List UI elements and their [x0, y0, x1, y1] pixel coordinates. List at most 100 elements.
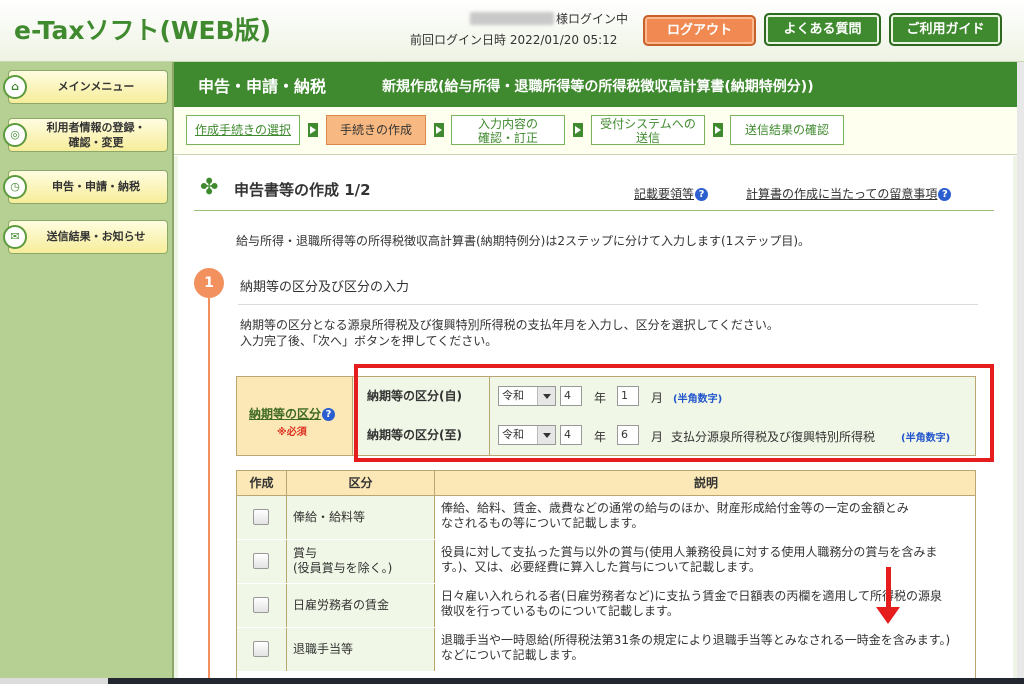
highlight-box [354, 364, 994, 462]
category-cell: 退職手当等 [287, 628, 435, 671]
step-description: 納期等の区分となる源泉所得税及び復興特別所得税の支払年月を入力し、区分を選択して… [240, 317, 779, 349]
category-cell: 俸給・給料等 [287, 496, 435, 539]
last-login-value: 2022/01/20 05:12 [509, 33, 618, 47]
step-send: 受付システムへの 送信 [591, 115, 705, 145]
category-name: 日雇労務者の賃金 [293, 598, 390, 612]
header-create: 作成 [237, 471, 287, 496]
step-label-line2: 確認・訂正 [477, 131, 538, 145]
create-checkbox[interactable] [253, 641, 269, 657]
sidebar-item-label: 送信結果・お知らせ [46, 230, 146, 243]
step-select-procedure[interactable]: 作成手続きの選択 [186, 115, 300, 145]
step-title: 納期等の区分及び区分の入力 [240, 280, 410, 295]
help-icon: ? [695, 188, 709, 201]
section-header: ✤ 申告書等の作成 1/2 記載要領等? 計算書の作成に当たっての留意事項? [194, 173, 994, 211]
step-label-line1: 入力内容の [477, 117, 538, 131]
category-cell: 日雇労務者の賃金 [287, 584, 435, 627]
guide-button[interactable]: ご利用ガイド [889, 13, 1002, 46]
page-scrollbar[interactable] [1017, 62, 1024, 684]
divider [238, 304, 978, 305]
step-label-line2: 送信 [635, 131, 660, 145]
step-timeline-line [208, 298, 210, 684]
create-checkbox[interactable] [253, 509, 269, 525]
sidebar-item-label: 申告・申請・納税 [52, 180, 140, 193]
table-row: 賞与 (役員賞与を除く。) 役員に対して支払った賞与以外の賞与(使用人兼務役員に… [237, 540, 975, 583]
section-title: 申告書等の作成 1/2 [234, 181, 371, 199]
step-arrow-icon [308, 123, 318, 137]
step-check-result: 送信結果の確認 [730, 115, 844, 145]
login-user-suffix: 様ログイン中 [556, 12, 629, 26]
create-cell [237, 628, 287, 671]
step-arrow-icon [713, 123, 723, 137]
notice-icon: ✉ [3, 225, 27, 249]
writing-guide-link[interactable]: 記載要領等? [634, 185, 709, 202]
page-title: 申告・申請・納税 [198, 77, 327, 96]
create-checkbox[interactable] [253, 597, 269, 613]
period-label-cell: 納期等の区分? ※必須 [237, 377, 353, 455]
description-cell: 俸給、給料、賃金、歳費などの通常の給与のほか、財産形成給付金等の一定の金額とみ … [435, 496, 975, 539]
notes-link-text: 計算書の作成に当たっての留意事項 [746, 187, 938, 201]
step-label-line1: 受付システムへの [600, 117, 696, 131]
description-line2: なされるもの等について記載します。 [441, 516, 644, 530]
category-name-line2: (役員賞与を除く。) [293, 561, 393, 575]
category-table-header: 作成 区分 説明 [237, 471, 975, 496]
sidebar-item-label-line1: 利用者情報の登録・ [46, 121, 146, 134]
description-line1: 退職手当や一時恩給(所得税法第31条の規定により退職手当等とみなされる一時金を含… [441, 633, 951, 647]
help-icon: ? [938, 188, 952, 201]
category-name-line1: 賞与 [293, 546, 318, 560]
progress-steps: 作成手続きの選択 手続きの作成 入力内容の 確認・訂正 受付システムへの 送信 … [174, 107, 1019, 155]
table-row: 日雇労務者の賃金 日々雇い入れられる者(日雇労務者など)に支払う賃金で日額表の丙… [237, 584, 975, 627]
page-subtitle: 新規作成(給与所得・退職所得等の所得税徴収高計算書(納期特例分)) [382, 79, 814, 95]
create-cell [237, 496, 287, 539]
sidebar-item-declaration[interactable]: ◷ 申告・申請・納税 [3, 170, 168, 204]
sidebar: ⌂ メインメニュー ◎ 利用者情報の登録・ 確認・変更 ◷ 申告・申請・納税 ✉… [0, 62, 172, 684]
category-name: 俸給・給料等 [293, 510, 366, 524]
create-checkbox[interactable] [253, 553, 269, 569]
sidebar-item-notices[interactable]: ✉ 送信結果・お知らせ [3, 220, 168, 254]
period-label-text: 納期等の区分 [249, 407, 322, 421]
description-line1: 日々雇い入れられる者(日雇労務者など)に支払う賃金で日額表の丙欄を適用して所得税… [441, 589, 943, 603]
category-table: 作成 区分 説明 俸給・給料等 俸給、給料、賃金、歳費などの通常の給与のほか、財… [236, 470, 976, 684]
create-cell [237, 540, 287, 583]
clover-icon: ✤ [200, 175, 219, 200]
down-arrow-icon [886, 567, 891, 611]
home-icon: ⌂ [3, 75, 27, 99]
category-cell: 賞与 (役員賞与を除く。) [287, 540, 435, 583]
sidebar-item-main-menu[interactable]: ⌂ メインメニュー [3, 70, 168, 104]
description-cell: 退職手当や一時恩給(所得税法第31条の規定により退職手当等とみなされる一時金を含… [435, 628, 975, 671]
step-confirm-input: 入力内容の 確認・訂正 [451, 115, 565, 145]
login-user-line: 様ログイン中 [470, 10, 628, 27]
taskbar-left [0, 678, 108, 684]
section-intro: 給与所得・退職所得等の所得税徴収高計算書(納期特例分)は2ステップに分けて入力し… [236, 234, 811, 248]
declaration-icon: ◷ [3, 175, 27, 199]
step-arrow-icon [434, 123, 444, 137]
description-line2: す。)、又は、必要経費に算入した賞与について記載します。 [441, 560, 761, 574]
table-row: 俸給・給料等 俸給、給料、賃金、歳費などの通常の給与のほか、財産形成給付金等の一… [237, 496, 975, 539]
step-description-line1: 納期等の区分となる源泉所得税及び復興特別所得税の支払年月を入力し、区分を選択して… [240, 318, 779, 332]
app-header: e-Taxソフト(WEB版) 様ログイン中 前回ログイン日時 2022/01/2… [0, 0, 1024, 62]
step-description-line2: 入力完了後、「次へ」ボタンを押してください。 [240, 334, 498, 348]
sidebar-item-user-info[interactable]: ◎ 利用者情報の登録・ 確認・変更 [3, 118, 168, 152]
notes-link[interactable]: 計算書の作成に当たっての留意事項? [746, 185, 952, 202]
table-row: 退職手当等 退職手当や一時恩給(所得税法第31条の規定により退職手当等とみなされ… [237, 628, 975, 671]
writing-guide-link-text: 記載要領等 [634, 187, 695, 201]
step-number-badge: 1 [194, 268, 224, 298]
description-line1: 俸給、給料、賃金、歳費などの通常の給与のほか、財産形成給付金等の一定の金額とみ [441, 501, 909, 515]
description-line1: 役員に対して支払った賞与以外の賞与(使用人兼務役員に対する使用人職務分の賞与を含… [441, 545, 938, 559]
step-create-procedure: 手続きの作成 [326, 115, 426, 145]
category-name: 退職手当等 [293, 642, 354, 656]
etax-logo: e-Taxソフト(WEB版) [14, 16, 272, 45]
period-label-link[interactable]: 納期等の区分? [249, 405, 336, 422]
down-arrow-head-icon [876, 607, 900, 624]
user-info-icon: ◎ [3, 123, 27, 147]
help-icon: ? [322, 408, 336, 421]
logout-button[interactable]: ログアウト [643, 15, 756, 46]
taskbar [0, 678, 1024, 684]
description-cell: 役員に対して支払った賞与以外の賞与(使用人兼務役員に対する使用人職務分の賞与を含… [435, 540, 975, 583]
last-login-info: 前回ログイン日時 2022/01/20 05:12 [410, 31, 617, 48]
header-category: 区分 [287, 471, 435, 496]
header-description: 説明 [693, 476, 718, 490]
create-cell [237, 584, 287, 627]
redacted-user-name [470, 12, 554, 25]
last-login-label: 前回ログイン日時 [410, 33, 507, 47]
faq-button[interactable]: よくある質問 [764, 13, 881, 46]
